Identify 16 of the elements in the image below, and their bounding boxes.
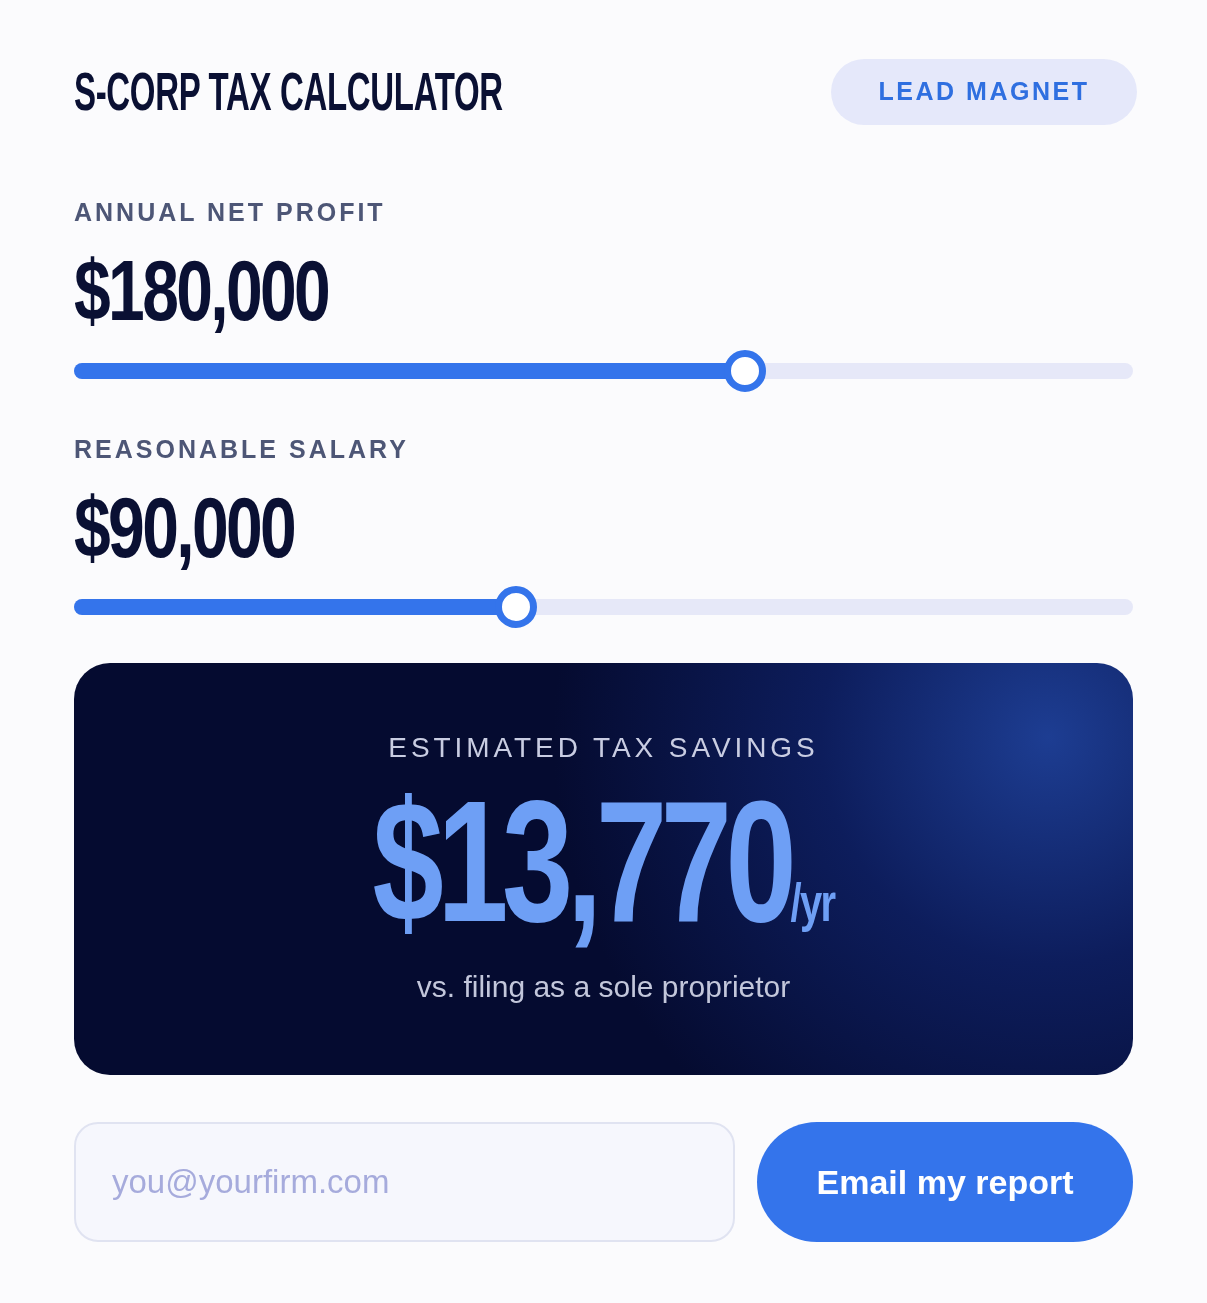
slider-track[interactable] <box>74 586 1133 628</box>
category-tag: LEAD MAGNET <box>831 59 1137 125</box>
result-label: ESTIMATED TAX SAVINGS <box>388 732 819 764</box>
slider-thumb[interactable] <box>494 586 537 628</box>
page-title: S-CORP TAX CALCULATOR <box>74 60 503 123</box>
comparison-note: vs. filing as a sole proprietor <box>416 969 791 1005</box>
email-report-button[interactable]: Email my report <box>757 1122 1133 1242</box>
amount-value: $180,000 <box>74 243 329 337</box>
savings-amount: $13,770 <box>372 774 791 950</box>
slider-track[interactable] <box>74 350 1133 392</box>
slider-thumb[interactable] <box>724 350 767 392</box>
field-label: REASONABLE SALARY <box>74 434 409 464</box>
per-year-unit: /yr <box>790 872 835 933</box>
field-label: ANNUAL NET PROFIT <box>74 197 386 227</box>
email-field[interactable]: you@yourfirm.com <box>74 1122 735 1242</box>
amount-value: $90,000 <box>74 480 295 574</box>
